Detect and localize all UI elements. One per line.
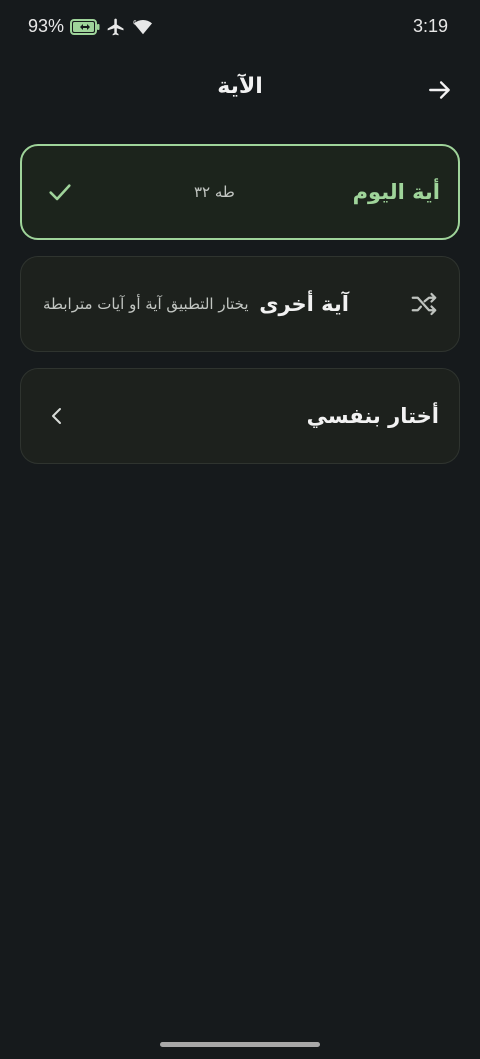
app-header: الآية — [0, 60, 480, 118]
status-bar: 93% 6 3:19 — [0, 0, 480, 56]
option-description: يختار التطبيق آية أو آيات مترابطة — [43, 295, 249, 313]
status-icons: 93% 6 — [28, 16, 154, 37]
option-title: أختار بنفسي — [306, 404, 439, 428]
home-indicator[interactable] — [160, 1042, 320, 1047]
wifi-icon: 6 — [132, 18, 154, 36]
choose-myself-option[interactable]: أختار بنفسي — [20, 368, 460, 464]
svg-text:6: 6 — [133, 19, 137, 26]
option-title: أية اليوم — [352, 180, 440, 204]
option-title: آية أخرى — [259, 292, 349, 316]
shuffle-icon — [409, 289, 439, 319]
battery-charging-icon — [70, 18, 100, 35]
check-icon — [46, 178, 74, 206]
arrow-right-icon — [429, 81, 450, 99]
airplane-icon — [106, 17, 126, 37]
battery-percent: 93% — [28, 16, 65, 36]
verse-reference: طه ٣٢ — [194, 183, 235, 201]
page-title: الآية — [217, 74, 263, 99]
another-verse-option[interactable]: آية أخرى يختار التطبيق آية أو آيات متراب… — [20, 256, 460, 352]
chevron-left-icon — [45, 404, 69, 428]
verse-of-day-option[interactable]: أية اليوم طه ٣٢ — [20, 144, 460, 240]
back-button[interactable] — [420, 70, 460, 110]
clock: 3:19 — [412, 16, 448, 36]
